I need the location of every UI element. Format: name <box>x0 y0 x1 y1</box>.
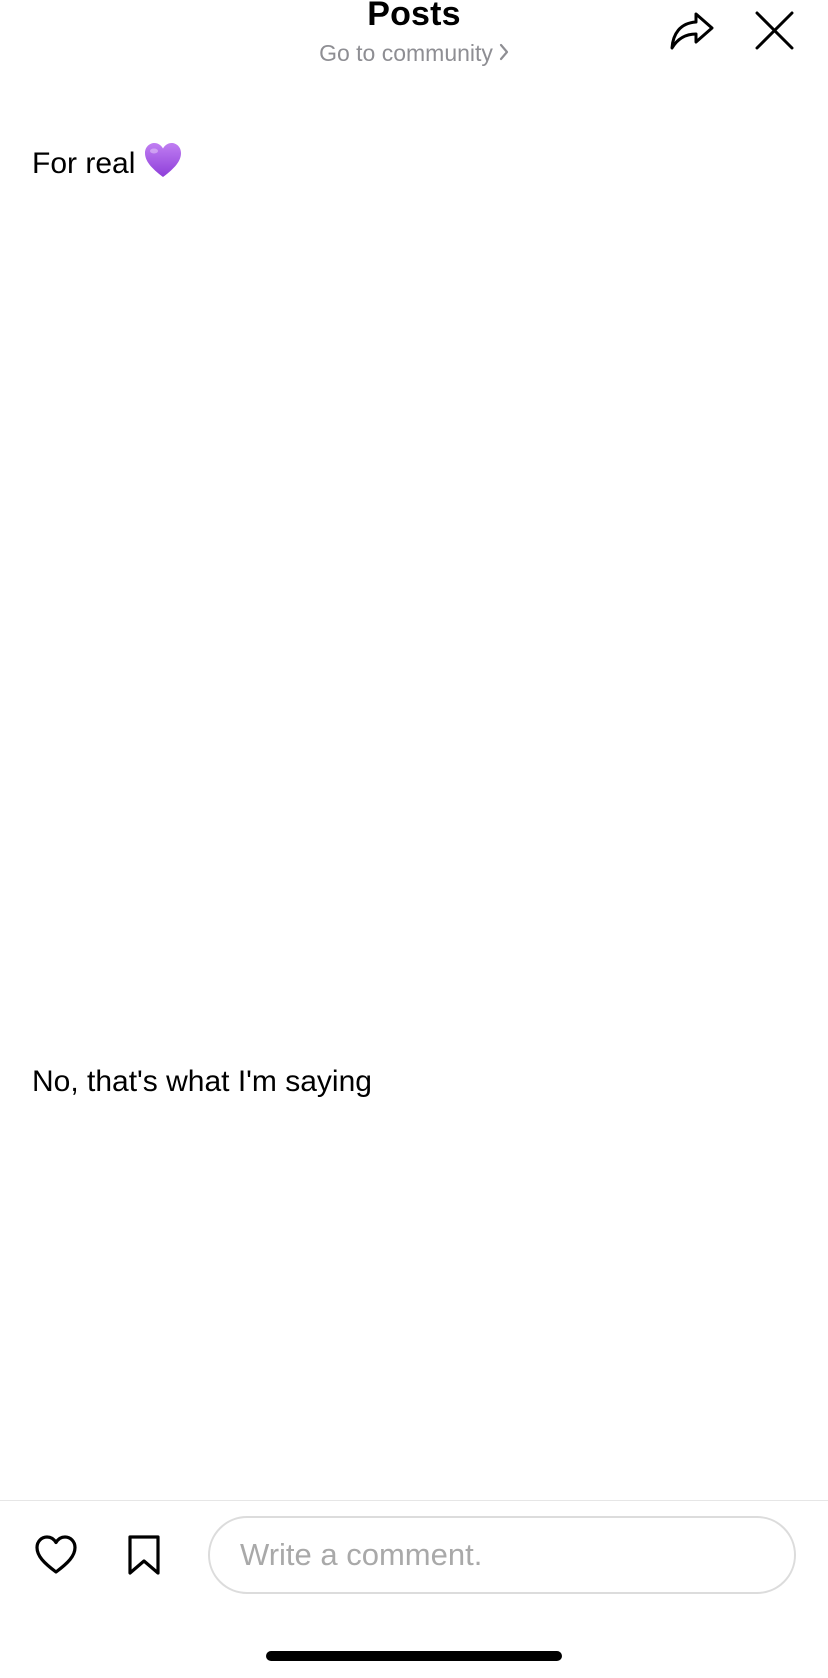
share-button[interactable] <box>668 8 716 54</box>
header-bar: Posts Go to community <box>0 0 828 90</box>
close-button[interactable] <box>752 8 798 54</box>
bookmark-button[interactable] <box>126 1533 162 1577</box>
like-button[interactable] <box>34 1534 78 1576</box>
home-indicator[interactable] <box>266 1651 562 1661</box>
bookmark-outline-icon <box>128 1535 160 1575</box>
go-to-community-label: Go to community <box>319 40 493 66</box>
bottom-divider <box>0 1500 828 1501</box>
close-icon <box>755 11 794 50</box>
comment-box[interactable] <box>208 1516 796 1594</box>
share-arrow-icon <box>670 12 714 50</box>
post-text: For real <box>32 141 183 184</box>
comment-input[interactable] <box>240 1518 780 1592</box>
heart-outline-icon <box>35 1535 77 1574</box>
post-text: No, that's what I'm saying <box>32 1065 372 1098</box>
post-1-text: For real <box>32 147 136 180</box>
chevron-right-icon <box>499 38 509 68</box>
purple-heart-emoji <box>143 141 183 181</box>
